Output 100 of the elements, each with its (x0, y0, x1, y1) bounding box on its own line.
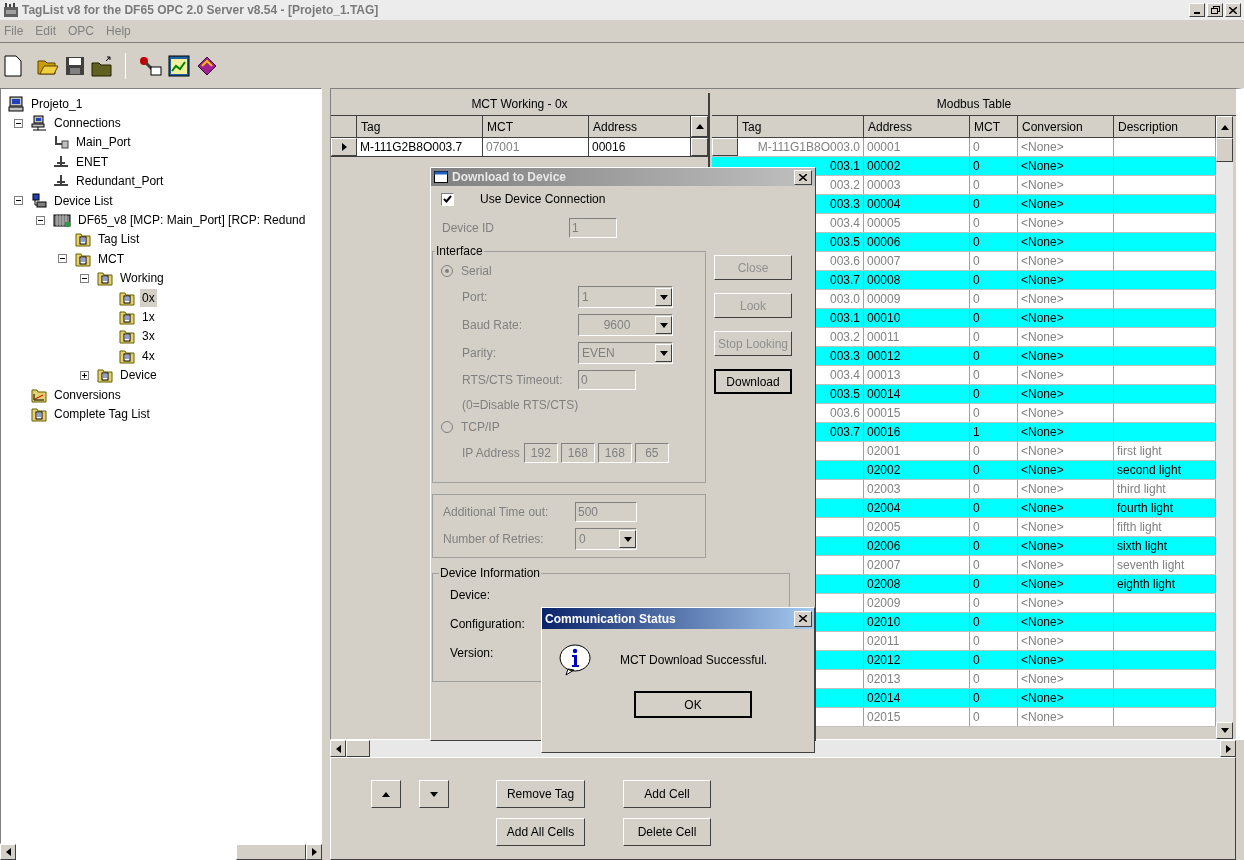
column-header[interactable]: MCT (970, 116, 1018, 137)
table-cell: 0 (970, 575, 1018, 593)
table-cell: <None> (1018, 233, 1114, 251)
table-cell: 02006 (864, 537, 970, 555)
table-cell: 00014 (864, 385, 970, 403)
table-cell: M-111G1B8O003.0 (738, 138, 864, 156)
field-label: Configuration: (450, 616, 525, 633)
table-cell: 02008 (864, 575, 970, 593)
table-cell: 02010 (864, 613, 970, 631)
column-header[interactable]: Address (864, 116, 970, 137)
action-button[interactable]: Remove Tag (496, 780, 585, 808)
table-cell: <None> (1018, 499, 1114, 517)
hint-text: (0=Disable RTS/CTS) (461, 397, 580, 414)
table-cell: <None> (1018, 366, 1114, 384)
radio-label: TCP/IP (461, 419, 500, 436)
table-cell: <None> (1018, 176, 1114, 194)
tree-item[interactable]: Complete Tag List (52, 404, 152, 423)
table-cell: 02013 (864, 670, 970, 688)
column-header[interactable]: Tag (357, 116, 483, 137)
tree-item[interactable]: Device (118, 366, 159, 385)
radio-label: Serial (461, 263, 492, 280)
table-cell: 0 (970, 309, 1018, 327)
tree-item[interactable]: Projeto_1 (29, 94, 85, 113)
table-cell: 00002 (864, 157, 970, 175)
field-label: Device ID (442, 220, 495, 237)
table-cell: <None> (1018, 157, 1114, 175)
ok-button[interactable]: OK (634, 691, 752, 718)
table-cell: M-111G2B8O003.7 (357, 138, 483, 156)
tree-item[interactable]: 3x (140, 327, 157, 346)
field-label: Port: (462, 289, 489, 306)
table-cell: <None> (1018, 138, 1114, 156)
table-cell: <None> (1018, 442, 1114, 460)
table-cell: <None> (1018, 632, 1114, 650)
column-header[interactable]: MCT (483, 116, 589, 137)
tree-item[interactable]: Connections (52, 114, 123, 133)
table-cell: <None> (1018, 461, 1114, 479)
table-cell: <None> (1018, 347, 1114, 365)
table-cell: 00010 (864, 309, 970, 327)
table-cell: 0 (970, 252, 1018, 270)
table-cell: 0 (970, 233, 1018, 251)
table-cell: 0 (970, 385, 1018, 403)
tree-item[interactable]: Conversions (52, 385, 123, 404)
dialog-button[interactable]: Download (714, 369, 792, 394)
table-cell: <None> (1018, 670, 1114, 688)
tree-item[interactable]: Redundant_Port (74, 172, 166, 191)
table-cell: 00016 (589, 138, 691, 156)
table-cell: 00007 (864, 252, 970, 270)
table-cell: 0 (970, 176, 1018, 194)
group-title: Interface (435, 243, 484, 260)
table-cell: 0 (970, 195, 1018, 213)
table-cell: <None> (1018, 537, 1114, 555)
table-cell: <None> (1018, 423, 1114, 441)
table-cell: 00004 (864, 195, 970, 213)
table-cell: 0 (970, 157, 1018, 175)
tree-item[interactable]: Device List (52, 191, 115, 210)
table-cell: 00011 (864, 328, 970, 346)
table-cell: 0 (970, 214, 1018, 232)
tree-item[interactable]: MCT (96, 249, 126, 268)
table-cell: <None> (1018, 328, 1114, 346)
table-cell: 00003 (864, 176, 970, 194)
checkbox-label: Use Device Connection (480, 191, 606, 208)
field-label: IP Address (462, 445, 520, 462)
table-title: MCT Working - 0x (331, 93, 708, 116)
tree-item[interactable]: DF65_v8 [MCP: Main_Port] [RCP: Redund (76, 211, 308, 230)
table-cell: 07001 (483, 138, 589, 156)
field-label: RTS/CTS Timeout: (462, 372, 564, 389)
table-cell: 0 (970, 632, 1018, 650)
tree-item[interactable]: Working (118, 269, 166, 288)
table-cell: 00001 (864, 138, 970, 156)
action-button[interactable]: Add All Cells (496, 818, 585, 846)
table-cell: 0 (970, 461, 1018, 479)
tree-item[interactable]: ENET (74, 152, 110, 171)
field-label: Baud Rate: (462, 317, 524, 334)
table-cell: <None> (1018, 404, 1114, 422)
field-label: Additional Time out: (443, 504, 550, 521)
table-cell: <None> (1018, 575, 1114, 593)
table-cell: 0 (970, 366, 1018, 384)
tree-item[interactable]: Main_Port (74, 133, 133, 152)
field-label: Device: (450, 587, 490, 604)
table-cell: 02005 (864, 518, 970, 536)
table-cell: 02007 (864, 556, 970, 574)
action-button[interactable]: Add Cell (623, 780, 711, 808)
tree-item[interactable]: 1x (140, 308, 157, 326)
tree-item[interactable]: 0x (140, 288, 157, 307)
column-header[interactable]: Conversion (1018, 116, 1114, 137)
tree-item[interactable]: Tag List (96, 230, 142, 249)
table-cell: 0 (970, 537, 1018, 555)
table-cell: 0 (970, 138, 1018, 156)
table-cell: 0 (970, 518, 1018, 536)
table-row[interactable]: M-111G1B8O003.0 00001 0 <None> (712, 138, 1216, 157)
table-cell: 00008 (864, 271, 970, 289)
tree-item[interactable]: 4x (140, 346, 157, 365)
field-label: Number of Retries: (443, 531, 545, 548)
table-cell: <None> (1018, 480, 1114, 498)
table-cell: 0 (970, 404, 1018, 422)
table-cell: 1 (970, 423, 1018, 441)
table-cell: 00012 (864, 347, 970, 365)
action-button[interactable]: Delete Cell (623, 818, 711, 846)
column-header[interactable]: Tag (738, 116, 864, 137)
table-cell: 0 (970, 347, 1018, 365)
